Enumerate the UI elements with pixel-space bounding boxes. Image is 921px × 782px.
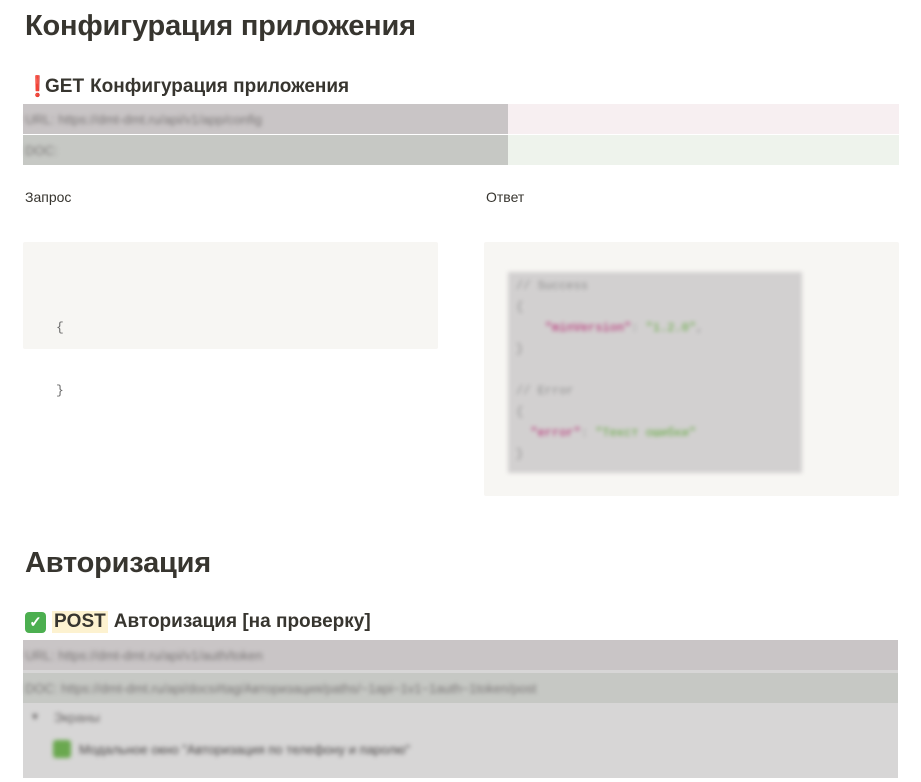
screen-item[interactable]: Модальное окно "Авторизация по телефону … (53, 740, 410, 758)
url-row[interactable]: URL: https://dmt-dmt.ru/api/v1/app/confi… (23, 104, 899, 134)
response-label: Ответ (486, 189, 525, 205)
exclamation-icon: ❗ (25, 76, 50, 98)
endpoint-method: POST (52, 611, 108, 633)
code-comment: // Success (516, 279, 589, 293)
triangle-down-icon: ▼ (30, 712, 40, 723)
endpoint-method: GET (45, 75, 85, 97)
code-comment: // Error (516, 384, 574, 398)
code-line: "minVersion": "1.2.0", (544, 321, 704, 335)
code-line: } (516, 447, 524, 461)
toggle-label: Экраны (53, 710, 100, 725)
url-row-text: URL: https://dmt-dmt.ru/api/v1/auth/toke… (25, 647, 263, 663)
request-code-block[interactable]: { } (23, 242, 438, 398)
endpoint-name: Авторизация [на проверку] (113, 611, 371, 632)
code-line: "error": "Текст ошибки" (530, 426, 697, 440)
code-line: } (516, 342, 524, 356)
doc-row[interactable]: DOC: (23, 135, 899, 165)
endpoint-heading-get-config[interactable]: ❗ GET Конфигурация приложения (25, 74, 349, 99)
screens-toggle[interactable]: ▼ Экраны (30, 710, 100, 725)
code-line: { (516, 300, 524, 314)
endpoint-name: Конфигурация приложения (90, 75, 350, 97)
url-row[interactable]: URL: https://dmt-dmt.ru/api/v1/auth/toke… (23, 640, 898, 670)
doc-row-text: DOC: https://dmt-dmt.ru/api/docs#tag/Авт… (25, 680, 537, 696)
code-line: { (516, 405, 524, 419)
url-row-text: URL: https://dmt-dmt.ru/api/v1/app/confi… (25, 111, 262, 127)
screen-item-label: Модальное окно "Авторизация по телефону … (79, 741, 411, 757)
code-line: } (56, 383, 64, 398)
endpoint-heading-post-auth[interactable]: ✓ POST Авторизация [на проверку] (25, 611, 371, 633)
response-code-content: // Success { "minVersion": "1.2.0", } //… (508, 272, 802, 473)
doc-row-text: DOC: (25, 142, 58, 158)
code-line: { (56, 320, 64, 335)
checkbox-icon (53, 740, 71, 758)
page-title-app-config: Конфигурация приложения (25, 10, 416, 42)
request-label: Запрос (25, 189, 72, 205)
doc-row[interactable]: DOC: https://dmt-dmt.ru/api/docs#tag/Авт… (23, 673, 898, 703)
checkmark-icon: ✓ (25, 611, 46, 633)
page-title-auth: Авторизация (25, 547, 212, 579)
